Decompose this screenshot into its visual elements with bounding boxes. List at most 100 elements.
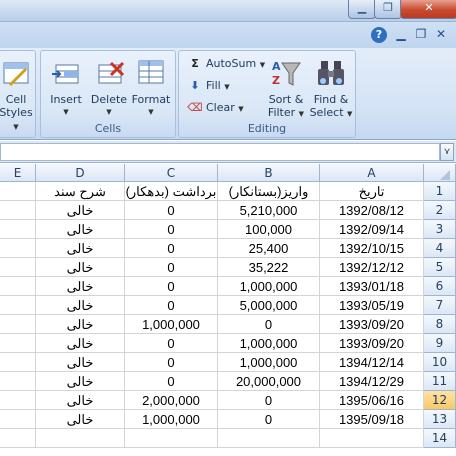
help-icon[interactable]: ? xyxy=(371,27,387,43)
cell-b13[interactable]: 0 xyxy=(218,410,320,429)
cell-c9[interactable]: 0 xyxy=(125,334,218,353)
cell-c7[interactable]: 0 xyxy=(125,296,218,315)
cell-a6[interactable]: 1393/01/18 xyxy=(320,277,424,296)
cell-d5[interactable]: خالی xyxy=(36,258,125,277)
column-header-c[interactable]: C xyxy=(125,164,218,182)
cell-d2[interactable]: خالی xyxy=(36,201,125,220)
ribbon-minimize-icon[interactable]: ▁ xyxy=(394,27,408,41)
cell-d14[interactable] xyxy=(36,429,125,448)
insert-button[interactable]: Insert ▼ xyxy=(45,57,87,119)
column-header-b[interactable]: B xyxy=(218,164,320,182)
cell-c4[interactable]: 0 xyxy=(125,239,218,258)
row-header-7[interactable]: 7 xyxy=(424,296,456,315)
fill-button[interactable]: ⬇ Fill ▼ xyxy=(187,77,229,95)
cell-b12[interactable]: 0 xyxy=(218,391,320,410)
cell-a2[interactable]: 1392/08/12 xyxy=(320,201,424,220)
cell-e9[interactable] xyxy=(0,334,36,353)
column-header-e[interactable]: E xyxy=(0,164,36,182)
cell-a4[interactable]: 1392/10/15 xyxy=(320,239,424,258)
cell-c14[interactable] xyxy=(125,429,218,448)
worksheet-grid[interactable]: E D C B A شرح سند برداشت (بدهکار) واریز(بستانکا… xyxy=(0,164,456,456)
cell-b6[interactable]: 1,000,000 xyxy=(218,277,320,296)
cell-c12[interactable]: 2,000,000 xyxy=(125,391,218,410)
column-header-a[interactable]: A xyxy=(320,164,424,182)
cell-d10[interactable]: خالی xyxy=(36,353,125,372)
cell-d7[interactable]: خالی xyxy=(36,296,125,315)
cell-c13[interactable]: 1,000,000 xyxy=(125,410,218,429)
cell-a9[interactable]: 1393/09/20 xyxy=(320,334,424,353)
ribbon-restore-icon[interactable]: ❐ xyxy=(414,27,428,41)
cell-e4[interactable] xyxy=(0,239,36,258)
row-header-11[interactable]: 11 xyxy=(424,372,456,391)
cell-e11[interactable] xyxy=(0,372,36,391)
autosum-button[interactable]: Σ AutoSum ▼ xyxy=(187,55,265,73)
cell-c2[interactable]: 0 xyxy=(125,201,218,220)
cell-b8[interactable]: 0 xyxy=(218,315,320,334)
select-all-corner[interactable] xyxy=(424,164,456,182)
row-header-6[interactable]: 6 xyxy=(424,277,456,296)
cell-c5[interactable]: 0 xyxy=(125,258,218,277)
cell-c8[interactable]: 1,000,000 xyxy=(125,315,218,334)
cell-b10[interactable]: 1,000,000 xyxy=(218,353,320,372)
delete-button[interactable]: Delete ▼ xyxy=(89,57,129,119)
column-header-d[interactable]: D xyxy=(36,164,125,182)
cell-c6[interactable]: 0 xyxy=(125,277,218,296)
row-header-4[interactable]: 4 xyxy=(424,239,456,258)
cell-b5[interactable]: 35,222 xyxy=(218,258,320,277)
cell-e2[interactable] xyxy=(0,201,36,220)
cell-a5[interactable]: 1392/12/12 xyxy=(320,258,424,277)
cell-d8[interactable]: خالی xyxy=(36,315,125,334)
cell-e5[interactable] xyxy=(0,258,36,277)
cell-a13[interactable]: 1395/09/18 xyxy=(320,410,424,429)
find-select-button[interactable]: Find & Select ▼ xyxy=(309,57,353,121)
cell-b3[interactable]: 100,000 xyxy=(218,220,320,239)
cell-b14[interactable] xyxy=(218,429,320,448)
cell-c11[interactable]: 0 xyxy=(125,372,218,391)
cell-e1[interactable] xyxy=(0,182,36,201)
formula-input[interactable] xyxy=(0,143,440,161)
cell-e6[interactable] xyxy=(0,277,36,296)
cell-d12[interactable]: خالی xyxy=(36,391,125,410)
expand-formula-bar-button[interactable]: ⋎ xyxy=(440,143,454,161)
cell-a11[interactable]: 1394/12/29 xyxy=(320,372,424,391)
cell-d13[interactable]: خالی xyxy=(36,410,125,429)
row-header-13[interactable]: 13 xyxy=(424,410,456,429)
row-header-1[interactable]: 1 xyxy=(424,182,456,201)
cell-d11[interactable]: خالی xyxy=(36,372,125,391)
close-button[interactable]: ✕ xyxy=(400,0,456,19)
cell-b9[interactable]: 1,000,000 xyxy=(218,334,320,353)
cell-styles-button[interactable]: Cell Styles ▼ xyxy=(0,57,37,134)
row-header-5[interactable]: 5 xyxy=(424,258,456,277)
cell-b11[interactable]: 20,000,000 xyxy=(218,372,320,391)
sort-filter-button[interactable]: A Z Sort & Filter ▼ xyxy=(263,57,309,121)
cell-d1[interactable]: شرح سند xyxy=(36,182,125,201)
cell-b1[interactable]: واریز(بستانکار) xyxy=(218,182,320,201)
cell-a10[interactable]: 1394/12/14 xyxy=(320,353,424,372)
format-button[interactable]: Format ▼ xyxy=(129,57,173,119)
cell-d3[interactable]: خالی xyxy=(36,220,125,239)
minimize-button[interactable]: ▁ xyxy=(348,0,376,19)
cell-d9[interactable]: خالی xyxy=(36,334,125,353)
cell-e7[interactable] xyxy=(0,296,36,315)
cell-e3[interactable] xyxy=(0,220,36,239)
cell-e14[interactable] xyxy=(0,429,36,448)
row-header-14[interactable]: 14 xyxy=(424,429,456,448)
row-header-12[interactable]: 12 xyxy=(424,391,456,410)
clear-button[interactable]: ⌫ Clear ▼ xyxy=(187,99,243,117)
cell-a8[interactable]: 1393/09/20 xyxy=(320,315,424,334)
cell-c10[interactable]: 0 xyxy=(125,353,218,372)
row-header-2[interactable]: 2 xyxy=(424,201,456,220)
cell-b7[interactable]: 5,000,000 xyxy=(218,296,320,315)
cell-c3[interactable]: 0 xyxy=(125,220,218,239)
cell-a7[interactable]: 1393/05/19 xyxy=(320,296,424,315)
row-header-8[interactable]: 8 xyxy=(424,315,456,334)
restore-button[interactable]: ❐ xyxy=(374,0,402,19)
cell-a14[interactable] xyxy=(320,429,424,448)
row-header-9[interactable]: 9 xyxy=(424,334,456,353)
cell-a3[interactable]: 1392/09/14 xyxy=(320,220,424,239)
cell-e10[interactable] xyxy=(0,353,36,372)
cell-e12[interactable] xyxy=(0,391,36,410)
cell-e8[interactable] xyxy=(0,315,36,334)
cell-d6[interactable]: خالی xyxy=(36,277,125,296)
cell-e13[interactable] xyxy=(0,410,36,429)
